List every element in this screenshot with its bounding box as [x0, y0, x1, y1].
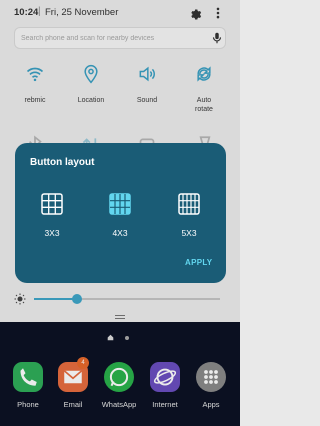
layout-option-label: 3X3	[44, 228, 60, 238]
apply-button[interactable]: APPLY	[185, 258, 212, 267]
layout-option-label: 5X3	[181, 228, 197, 238]
layout-option-label: 4X3	[112, 228, 128, 238]
grid-3x3-icon	[41, 193, 63, 215]
layout-option-4x3[interactable]: 4X3	[95, 193, 145, 243]
dialog-title: Button layout	[30, 157, 95, 168]
button-layout-dialog: Button layout 3X3 4X3 5X3 APPLY	[15, 143, 226, 283]
layout-option-5x3[interactable]: 5X3	[164, 193, 214, 243]
layout-option-3x3[interactable]: 3X3	[27, 193, 77, 243]
grid-4x3-icon	[109, 193, 131, 215]
grid-5x3-icon	[178, 193, 200, 215]
